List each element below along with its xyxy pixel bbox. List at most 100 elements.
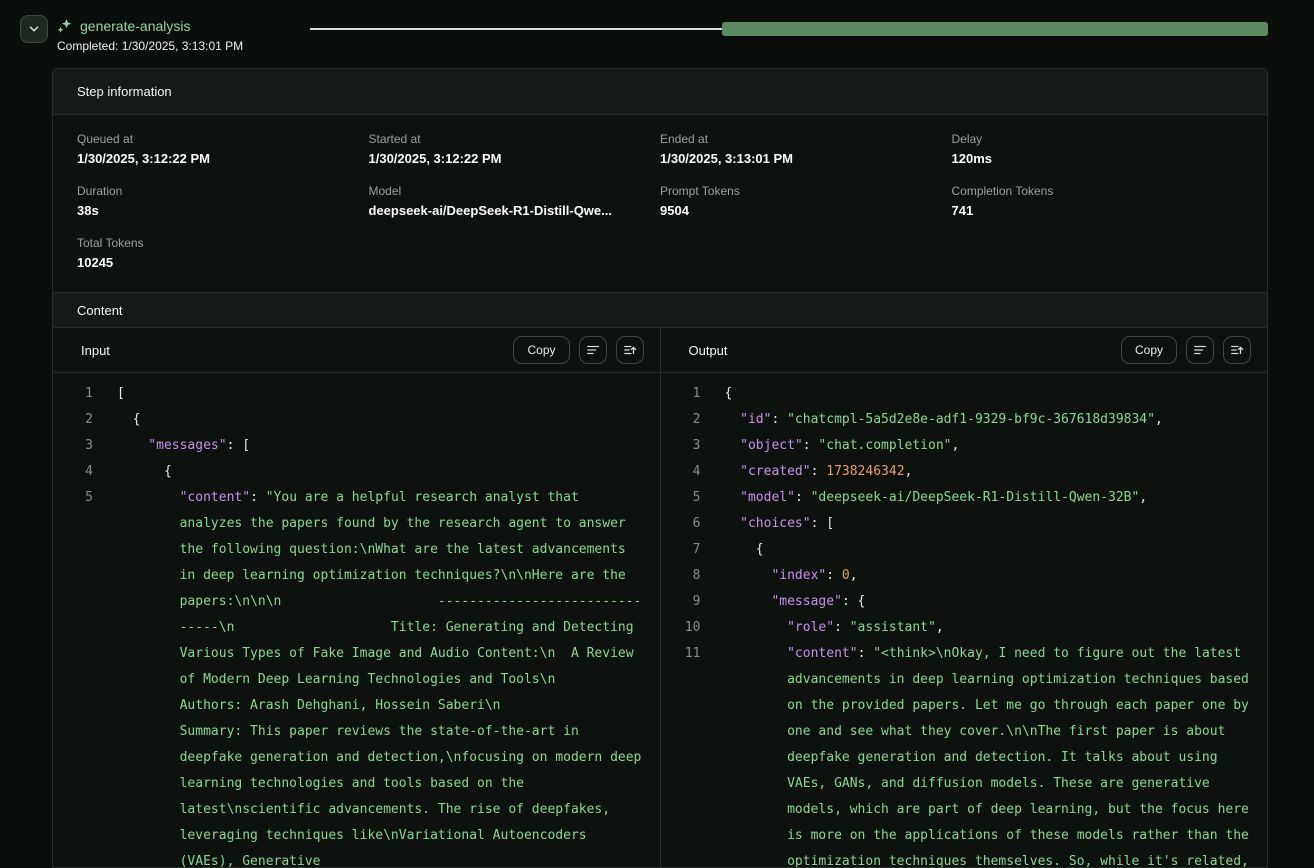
- format-json-icon: [623, 343, 637, 357]
- code-line: 3 "messages": [: [53, 433, 644, 459]
- step-detail-card: Step information Queued at 1/30/2025, 3:…: [52, 68, 1268, 868]
- content-panels: Input Copy 1[2{3"messages": [4{5"content…: [53, 328, 1267, 868]
- input-wrap-lines-button[interactable]: [579, 336, 607, 364]
- timeline-span-bar[interactable]: [722, 22, 1268, 36]
- code-line: 11"content": "<think>\nOkay, I need to f…: [661, 641, 1252, 868]
- run-title: generate-analysis: [80, 18, 191, 34]
- output-copy-button[interactable]: Copy: [1121, 336, 1177, 364]
- line-content: "role": "assistant",: [725, 615, 1252, 641]
- code-line: 1[: [53, 381, 644, 407]
- line-number: 6: [661, 511, 701, 537]
- code-line: 9 "message": {: [661, 589, 1252, 615]
- timeline-track: [310, 28, 722, 30]
- line-number: 11: [661, 641, 701, 868]
- field-label: Ended at: [660, 132, 952, 146]
- line-content: "index": 0,: [725, 563, 1252, 589]
- input-copy-button[interactable]: Copy: [513, 336, 569, 364]
- content-section-header: Content: [53, 292, 1267, 328]
- line-number: 2: [661, 407, 701, 433]
- field-started-at: Started at 1/30/2025, 3:12:22 PM: [369, 132, 661, 166]
- line-number: 8: [661, 563, 701, 589]
- field-value: 741: [952, 203, 1244, 218]
- field-label: Delay: [952, 132, 1244, 146]
- input-panel-header: Input Copy: [53, 328, 660, 373]
- field-label: Started at: [369, 132, 661, 146]
- run-header: generate-analysis Completed: 1/30/2025, …: [0, 0, 1314, 60]
- line-content: "content": "You are a helpful research a…: [117, 485, 644, 868]
- run-title-block: generate-analysis Completed: 1/30/2025, …: [57, 18, 243, 53]
- output-format-json-button[interactable]: [1223, 336, 1251, 364]
- code-line: 7{: [661, 537, 1252, 563]
- input-format-json-button[interactable]: [616, 336, 644, 364]
- code-line: 5"content": "You are a helpful research …: [53, 485, 644, 868]
- line-content: {: [725, 537, 1252, 563]
- code-line: 4{: [53, 459, 644, 485]
- output-panel: Output Copy 1{2 "id": "chatcmpl-5a5d2e8e-…: [660, 328, 1268, 868]
- line-content: "object": "chat.completion",: [725, 433, 1252, 459]
- field-label: Prompt Tokens: [660, 184, 952, 198]
- field-label: Queued at: [77, 132, 369, 146]
- run-completed-time: Completed: 1/30/2025, 3:13:01 PM: [57, 39, 243, 53]
- input-panel-title: Input: [81, 343, 513, 358]
- field-queued-at: Queued at 1/30/2025, 3:12:22 PM: [77, 132, 369, 166]
- collapse-button[interactable]: [20, 15, 48, 43]
- line-content: "created": 1738246342,: [725, 459, 1252, 485]
- field-value: 1/30/2025, 3:13:01 PM: [660, 151, 952, 166]
- field-value: 10245: [77, 255, 369, 270]
- line-content: "id": "chatcmpl-5a5d2e8e-adf1-9329-bf9c-…: [725, 407, 1252, 433]
- code-line: 3 "object": "chat.completion",: [661, 433, 1252, 459]
- code-line: 8 "index": 0,: [661, 563, 1252, 589]
- field-duration: Duration 38s: [77, 184, 369, 218]
- line-number: 5: [661, 485, 701, 511]
- line-number: 7: [661, 537, 701, 563]
- line-number: 5: [53, 485, 93, 868]
- output-panel-header: Output Copy: [661, 328, 1268, 373]
- field-label: Duration: [77, 184, 369, 198]
- line-content: "content": "<think>\nOkay, I need to fig…: [725, 641, 1252, 868]
- code-line: 4 "created": 1738246342,: [661, 459, 1252, 485]
- line-number: 10: [661, 615, 701, 641]
- line-content: {: [117, 459, 644, 485]
- wrap-lines-icon: [1193, 343, 1207, 357]
- line-number: 3: [53, 433, 93, 459]
- code-line: 2{: [53, 407, 644, 433]
- line-content: {: [725, 381, 1252, 407]
- field-value: 38s: [77, 203, 369, 218]
- field-model: Model deepseek-ai/DeepSeek-R1-Distill-Qw…: [369, 184, 661, 218]
- wrap-lines-icon: [586, 343, 600, 357]
- code-line: 2 "id": "chatcmpl-5a5d2e8e-adf1-9329-bf9c…: [661, 407, 1252, 433]
- line-content: "messages": [: [117, 433, 644, 459]
- field-value: 120ms: [952, 151, 1244, 166]
- field-label: Model: [369, 184, 661, 198]
- code-line: 5 "model": "deepseek-ai/DeepSeek-R1-Disti…: [661, 485, 1252, 511]
- line-content: "model": "deepseek-ai/DeepSeek-R1-Distil…: [725, 485, 1252, 511]
- output-panel-title: Output: [689, 343, 1121, 358]
- step-information-header: Step information: [53, 69, 1267, 115]
- field-label: Total Tokens: [77, 236, 369, 250]
- line-number: 9: [661, 589, 701, 615]
- line-number: 2: [53, 407, 93, 433]
- field-label: Completion Tokens: [952, 184, 1244, 198]
- content-title: Content: [77, 303, 123, 318]
- output-code-viewer[interactable]: 1{2 "id": "chatcmpl-5a5d2e8e-adf1-9329-bf…: [661, 373, 1268, 868]
- field-ended-at: Ended at 1/30/2025, 3:13:01 PM: [660, 132, 952, 166]
- code-line: 1{: [661, 381, 1252, 407]
- output-wrap-lines-button[interactable]: [1186, 336, 1214, 364]
- line-number: 4: [661, 459, 701, 485]
- field-value: 9504: [660, 203, 952, 218]
- step-info-fields: Queued at 1/30/2025, 3:12:22 PM Started …: [53, 115, 1267, 292]
- line-number: 1: [53, 381, 93, 407]
- line-content: "message": {: [725, 589, 1252, 615]
- line-number: 4: [53, 459, 93, 485]
- step-information-title: Step information: [77, 84, 172, 99]
- field-value: 1/30/2025, 3:12:22 PM: [77, 151, 369, 166]
- line-number: 3: [661, 433, 701, 459]
- format-json-icon: [1230, 343, 1244, 357]
- input-panel: Input Copy 1[2{3"messages": [4{5"content…: [53, 328, 660, 868]
- field-prompt-tokens: Prompt Tokens 9504: [660, 184, 952, 218]
- line-content: "choices": [: [725, 511, 1252, 537]
- code-line: 10 "role": "assistant",: [661, 615, 1252, 641]
- input-code-viewer[interactable]: 1[2{3"messages": [4{5"content": "You are…: [53, 373, 660, 868]
- line-content: [: [117, 381, 644, 407]
- field-total-tokens: Total Tokens 10245: [77, 236, 369, 270]
